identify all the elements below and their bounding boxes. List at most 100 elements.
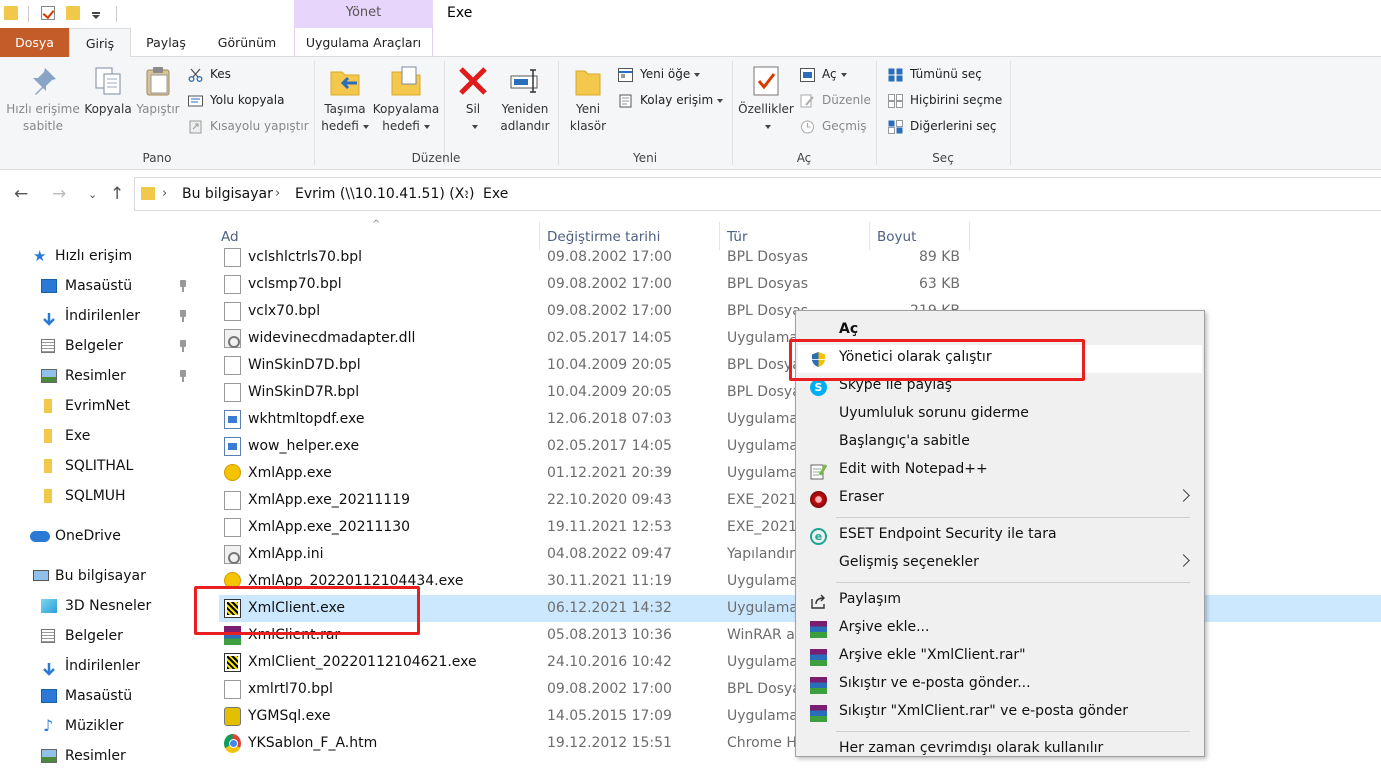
nav-pc-desktop[interactable]: Masaüstü: [0, 681, 200, 711]
nav-evrimnet[interactable]: EvrimNet: [0, 391, 200, 421]
paste-shortcut-button[interactable]: Kısayolu yapıştır: [188, 115, 309, 137]
cloud-icon: [30, 531, 50, 542]
open-button[interactable]: Aç: [800, 63, 847, 85]
file-date: 04.08.2022 09:47: [547, 546, 672, 562]
nav-music[interactable]: ♪ Müzikler: [0, 711, 200, 741]
title-bar: Yönet Exe: [0, 0, 1381, 28]
new-item-button[interactable]: Yeni öğe: [618, 63, 701, 85]
menu-item-pin-to-start[interactable]: Başlangıç'a sabitle: [798, 429, 1202, 457]
nav-downloads[interactable]: İndirilenler: [0, 301, 200, 331]
breadcrumb-separator[interactable]: ›: [464, 186, 469, 201]
nav-exe[interactable]: Exe: [0, 421, 200, 451]
menu-item-compress-rar-email[interactable]: Sıkıştır "XmlClient.rar" ve e-posta gönd…: [798, 699, 1202, 727]
menu-item-edit-notepadpp[interactable]: Edit with Notepad++: [798, 457, 1202, 485]
breadcrumb-drive[interactable]: Evrim (\\10.10.41.51) (X:): [295, 186, 475, 202]
cut-button[interactable]: Kes: [188, 63, 231, 85]
recent-locations-chevron-icon[interactable]: ⌄: [88, 188, 97, 201]
move-to-icon: [329, 65, 361, 97]
copy-button[interactable]: Kopyala: [82, 65, 134, 118]
menu-item-eset-scan[interactable]: e ESET Endpoint Security ile tara: [798, 522, 1202, 550]
nav-3d-objects[interactable]: 3D Nesneler: [0, 591, 200, 621]
properties-check-icon[interactable]: [41, 6, 55, 20]
chevron-down-icon: [472, 124, 478, 129]
column-header-name[interactable]: Ad: [221, 229, 239, 245]
properties-button[interactable]: Özellikler: [738, 65, 794, 135]
forward-arrow-icon[interactable]: →: [52, 184, 66, 204]
file-ygm-icon: [224, 707, 241, 726]
move-label-2: hedefi: [318, 118, 372, 135]
menu-item-share[interactable]: Paylaşım: [798, 587, 1202, 615]
nav-sqlithal[interactable]: SQLITHAL: [0, 451, 200, 481]
nav-pc-pictures[interactable]: Resimler: [0, 741, 200, 771]
paste-button[interactable]: Yapıştır: [134, 65, 182, 118]
group-label-open: Aç: [796, 151, 812, 165]
file-size: 63 KB: [918, 276, 960, 292]
column-header-type[interactable]: Tür: [727, 229, 748, 245]
up-arrow-icon[interactable]: ↑: [110, 184, 124, 204]
menu-item-add-to-rar[interactable]: Arşive ekle "XmlClient.rar": [798, 643, 1202, 671]
new-folder-label-1: Yeni: [575, 102, 601, 116]
nav-sqlmuh[interactable]: SQLMUH: [0, 481, 200, 511]
column-header-date[interactable]: Değiştirme tarihi: [547, 229, 660, 245]
nav-documents[interactable]: Belgeler: [0, 331, 200, 361]
select-all-button[interactable]: Tümünü seç: [888, 63, 982, 85]
new-folder-button[interactable]: Yeni klasör: [564, 65, 612, 135]
navigation-pane: ★ Hızlı erişim Masaüstü İndirilenler Bel…: [0, 217, 200, 764]
file-doc-icon: [224, 302, 241, 321]
delete-caret[interactable]: [452, 118, 494, 135]
nav-quick-access[interactable]: ★ Hızlı erişim: [0, 241, 200, 271]
menu-label: Aç: [839, 321, 859, 337]
nav-pc-documents[interactable]: Belgeler: [0, 621, 200, 651]
delete-button[interactable]: Sil: [452, 65, 494, 135]
menu-item-eraser[interactable]: Eraser: [798, 485, 1202, 513]
properties-caret[interactable]: [738, 118, 794, 135]
file-type: BPL Dosyası: [727, 276, 809, 292]
edit-button[interactable]: Düzenle: [800, 89, 871, 111]
folder-icon[interactable]: [4, 6, 18, 20]
tab-file[interactable]: Dosya: [0, 28, 69, 57]
move-to-button[interactable]: Taşıma hedefi: [318, 65, 372, 135]
nav-onedrive[interactable]: OneDrive: [0, 521, 200, 551]
tab-home[interactable]: Giriş: [69, 28, 131, 58]
invert-selection-button[interactable]: Diğerlerini seç: [888, 115, 996, 137]
easy-access-button[interactable]: Kolay erişim: [618, 89, 724, 111]
breadcrumb-exe[interactable]: Exe: [483, 186, 508, 202]
pin-quick-access-button[interactable]: Hızlı erişime sabitle: [5, 65, 81, 135]
tab-share[interactable]: Paylaş: [131, 28, 201, 57]
column-header-size[interactable]: Boyut: [877, 229, 916, 245]
back-arrow-icon[interactable]: ←: [14, 184, 28, 204]
menu-item-troubleshoot-compat[interactable]: Uyumluluk sorunu giderme: [798, 401, 1202, 429]
new-folder-icon[interactable]: [66, 6, 80, 20]
select-all-icon: [888, 67, 903, 82]
table-row[interactable]: vclshlctrls70.bpl 09.08.2002 17:00 BPL Dos…: [219, 244, 1381, 271]
nav-pictures[interactable]: Resimler: [0, 361, 200, 391]
tab-application-tools[interactable]: Uygulama Araçları: [294, 28, 433, 57]
tab-view[interactable]: Görünüm: [201, 28, 293, 57]
table-row[interactable]: vclsmp70.bpl 09.08.2002 17:00 BPL Dosyası 6…: [219, 271, 1381, 298]
breadcrumb-this-pc[interactable]: Bu bilgisayar: [182, 186, 273, 202]
file-doc-icon: [224, 248, 241, 267]
breadcrumb-separator[interactable]: ›: [275, 186, 280, 201]
file-name: widevinecdmadapter.dll: [248, 330, 416, 346]
file-doc-icon: [224, 356, 241, 375]
menu-item-advanced-options[interactable]: Gelişmiş seçenekler: [798, 550, 1202, 578]
history-button[interactable]: Geçmiş: [800, 115, 867, 137]
breadcrumb-separator[interactable]: ›: [162, 186, 167, 201]
file-exe-icon: [224, 437, 241, 456]
file-date: 06.12.2021 14:32: [547, 600, 672, 616]
nav-desktop[interactable]: Masaüstü: [0, 271, 200, 301]
customize-toolbar-icon[interactable]: [92, 12, 100, 14]
menu-item-add-to-archive[interactable]: Arşive ekle...: [798, 615, 1202, 643]
nav-pc-downloads[interactable]: İndirilenler: [0, 651, 200, 681]
menu-item-compress-email[interactable]: Sıkıştır ve e-posta gönder...: [798, 671, 1202, 699]
easy-access-label: Kolay erişim: [640, 93, 714, 107]
file-name: XmlClient_20220112104621.exe: [248, 654, 477, 670]
select-none-button[interactable]: Hiçbirini seçme: [888, 89, 1002, 111]
rename-button[interactable]: Yeniden adlandır: [496, 65, 554, 135]
menu-item-always-offline[interactable]: Her zaman çevrimdışı olarak kullanılır: [798, 736, 1202, 764]
copy-to-button[interactable]: Kopyalama hedefi: [372, 65, 440, 135]
copy-path-button[interactable]: Yolu kopyala: [188, 89, 284, 111]
address-bar[interactable]: › Bu bilgisayar › Evrim (\\10.10.41.51) …: [134, 177, 1381, 211]
nav-this-pc[interactable]: Bu bilgisayar: [0, 561, 200, 591]
new-item-label: Yeni öğe: [640, 67, 691, 81]
